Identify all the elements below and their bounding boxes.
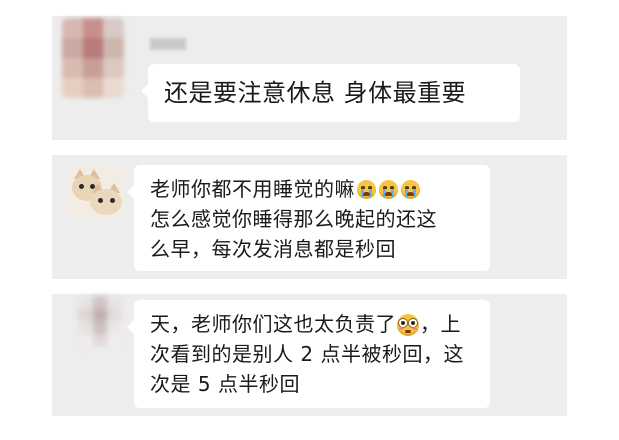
- message-line: 天，老师你们这也太负责了 ，上: [150, 310, 461, 339]
- message-line: 次是 5 点半秒回: [150, 372, 300, 396]
- crying-face-emoji-icon: [401, 180, 420, 199]
- sender-avatar[interactable]: [62, 18, 124, 98]
- sender-name-redacted: [150, 38, 186, 50]
- sender-avatar[interactable]: [68, 165, 124, 217]
- message-row: 天，老师你们这也太负责了 ，上 次看到的是别人 2 点半被秒回，这 次是 5 点…: [52, 294, 567, 416]
- message-text: 天，老师你们这也太负责了: [150, 312, 396, 336]
- message-line: 老师你都不用睡觉的嘛: [150, 175, 423, 204]
- message-row: 还是要注意休息 身体最重要: [52, 16, 567, 140]
- sender-avatar[interactable]: [78, 296, 122, 346]
- message-bubble[interactable]: 老师你都不用睡觉的嘛 怎么感觉你睡得那么晚起的还这 么早，每次发消息都是秒回: [127, 165, 490, 271]
- message-row: 老师你都不用睡觉的嘛 怎么感觉你睡得那么晚起的还这 么早，每次发消息都是秒回: [52, 155, 567, 279]
- message-text: ，上: [420, 312, 461, 336]
- message-line: 怎么感觉你睡得那么晚起的还这: [150, 207, 437, 231]
- message-text: 还是要注意休息 身体最重要: [164, 79, 467, 107]
- message-text: 老师你都不用睡觉的嘛: [150, 177, 355, 201]
- message-bubble[interactable]: 还是要注意休息 身体最重要: [141, 64, 520, 122]
- flushed-face-emoji-icon: [397, 313, 419, 336]
- crying-face-emoji-icon: [357, 180, 376, 199]
- message-line: 次看到的是别人 2 点半被秒回，这: [150, 342, 464, 366]
- crying-face-emoji-icon: [379, 180, 398, 199]
- message-bubble[interactable]: 天，老师你们这也太负责了 ，上 次看到的是别人 2 点半被秒回，这 次是 5 点…: [127, 300, 490, 408]
- message-line: 么早，每次发消息都是秒回: [150, 237, 396, 261]
